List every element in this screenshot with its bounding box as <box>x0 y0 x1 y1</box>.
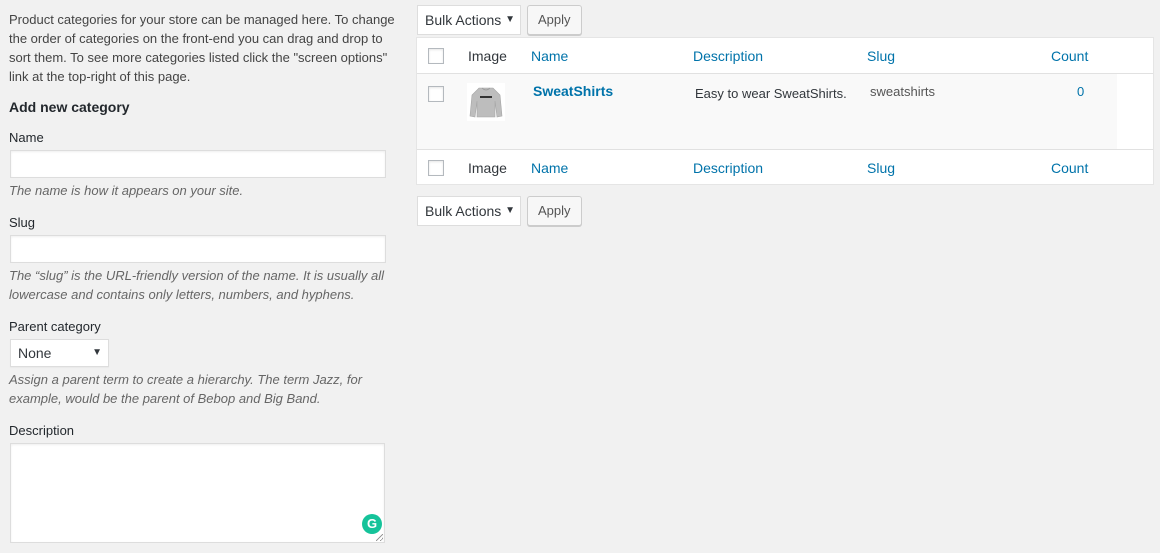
column-name[interactable]: Name <box>531 46 568 66</box>
name-label: Name <box>9 130 44 145</box>
column-count-footer[interactable]: Count <box>1051 158 1088 178</box>
table-row: SweatShirts Easy to wear SweatShirts. sw… <box>417 74 1117 149</box>
parent-label: Parent category <box>9 319 101 334</box>
slug-input[interactable] <box>10 235 386 263</box>
bulk-actions-label: Bulk Actions <box>425 12 502 28</box>
parent-help: Assign a parent term to create a hierarc… <box>9 372 363 406</box>
column-slug-footer[interactable]: Slug <box>867 158 895 178</box>
bulk-actions-bottom: Bulk Actions ▼ Apply <box>417 196 582 226</box>
table-header: Image Name Description Slug Count <box>417 38 1153 74</box>
resize-handle[interactable] <box>376 534 383 541</box>
bulk-actions-select-top[interactable]: Bulk Actions ▼ <box>417 5 521 35</box>
select-all-checkbox-bottom[interactable] <box>428 160 444 176</box>
add-category-panel: Product categories for your store can be… <box>9 0 409 543</box>
name-help: The name is how it appears on your site. <box>9 183 244 198</box>
column-description[interactable]: Description <box>693 46 763 66</box>
name-input[interactable] <box>10 150 386 178</box>
column-description-footer[interactable]: Description <box>693 158 763 178</box>
add-category-title: Add new category <box>9 99 130 115</box>
category-description: Easy to wear SweatShirts. <box>695 86 847 101</box>
category-name-link[interactable]: SweatShirts <box>533 83 613 99</box>
column-name-footer[interactable]: Name <box>531 158 568 178</box>
dropdown-arrow-icon: ▼ <box>92 347 102 358</box>
name-field-group: Name The name is how it appears on your … <box>9 129 409 200</box>
slug-label: Slug <box>9 215 36 230</box>
bulk-actions-label-bottom: Bulk Actions <box>425 203 502 219</box>
parent-select-value: None <box>18 345 52 361</box>
select-all-checkbox[interactable] <box>428 48 444 64</box>
apply-button-top[interactable]: Apply <box>527 5 582 35</box>
description-textarea[interactable]: G <box>10 443 385 543</box>
intro-text: Product categories for your store can be… <box>9 12 395 84</box>
categories-table: Image Name Description Slug Count SweatS… <box>416 37 1154 185</box>
dropdown-arrow-icon: ▼ <box>505 205 515 216</box>
category-count-link[interactable]: 0 <box>1077 84 1084 99</box>
slug-help: The “slug” is the URL-friendly version o… <box>9 268 384 302</box>
row-checkbox[interactable] <box>428 86 444 102</box>
column-count[interactable]: Count <box>1051 46 1088 66</box>
parent-field-group: Parent category None ▼ Assign a parent t… <box>9 318 409 408</box>
table-footer: Image Name Description Slug Count <box>417 149 1153 186</box>
slug-field-group: Slug The “slug” is the URL-friendly vers… <box>9 214 409 304</box>
column-image-footer: Image <box>468 160 507 176</box>
sweatshirt-thumbnail <box>467 83 505 121</box>
bulk-actions-select-bottom[interactable]: Bulk Actions ▼ <box>417 196 521 226</box>
column-image: Image <box>468 48 507 64</box>
apply-button-bottom[interactable]: Apply <box>527 196 582 226</box>
description-field-group: Description G <box>9 422 409 543</box>
column-slug[interactable]: Slug <box>867 46 895 66</box>
parent-select[interactable]: None ▼ <box>10 339 109 367</box>
dropdown-arrow-icon: ▼ <box>505 14 515 25</box>
grammarly-icon[interactable]: G <box>362 514 382 534</box>
category-slug: sweatshirts <box>870 84 936 99</box>
description-label: Description <box>9 423 75 438</box>
bulk-actions-top: Bulk Actions ▼ Apply <box>417 5 582 35</box>
